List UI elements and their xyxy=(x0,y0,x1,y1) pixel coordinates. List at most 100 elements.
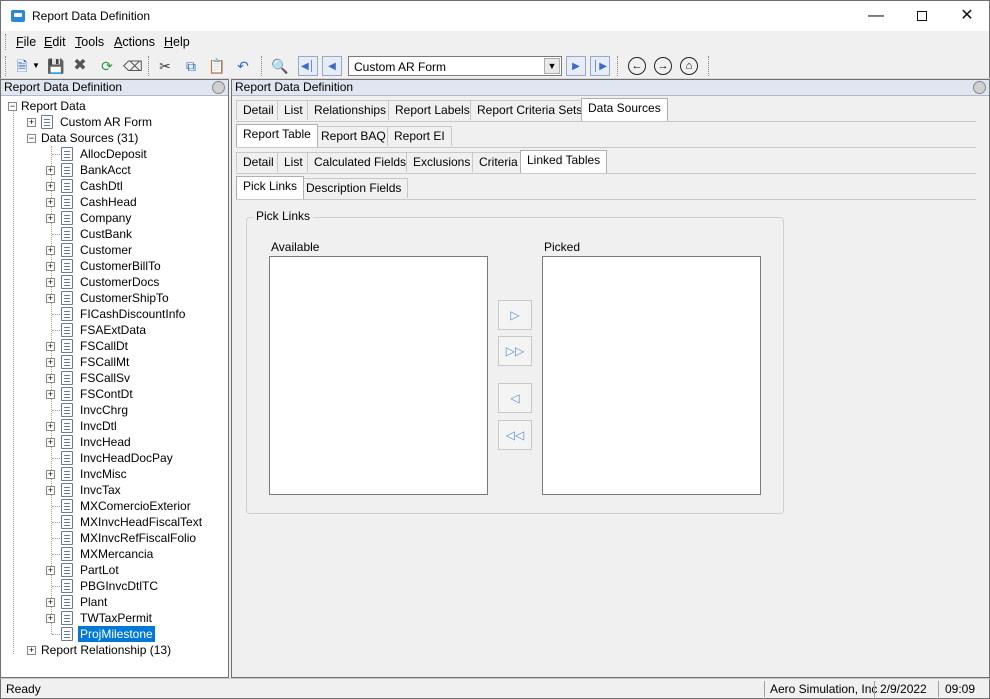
expand-icon[interactable]: + xyxy=(46,390,55,399)
tab-list[interactable]: List xyxy=(277,100,310,120)
tab-report-criteria-sets[interactable]: Report Criteria Sets xyxy=(470,100,590,120)
tree-item[interactable]: ProjMilestone xyxy=(78,626,155,642)
tree-item[interactable]: MXInvcHeadFiscalText xyxy=(78,514,204,530)
menu-file[interactable]: File xyxy=(16,35,36,49)
tree-item[interactable]: PBGInvcDtlTC xyxy=(78,578,160,594)
tree-item[interactable]: InvcTax xyxy=(78,482,123,498)
expand-icon[interactable]: + xyxy=(46,358,55,367)
tree-item[interactable]: CustomerShipTo xyxy=(78,290,171,306)
tab-exclusions[interactable]: Exclusions xyxy=(406,152,478,172)
tree-root[interactable]: Report Data xyxy=(21,98,86,114)
expand-icon[interactable]: + xyxy=(46,470,55,479)
tab-report-table[interactable]: Report Table xyxy=(236,124,318,147)
tree-item[interactable]: InvcHead xyxy=(78,434,133,450)
tree-item[interactable]: CustomerDocs xyxy=(78,274,161,290)
tree-item[interactable]: MXMercancia xyxy=(78,546,155,562)
search-icon[interactable]: 🔍 xyxy=(271,57,289,75)
tree-item[interactable]: InvcDtl xyxy=(78,418,119,434)
menu-tools[interactable]: Tools xyxy=(75,35,104,49)
tree-item[interactable]: FSCallSv xyxy=(78,370,132,386)
tree-item[interactable]: CustBank xyxy=(78,226,134,242)
tab-criteria[interactable]: Criteria xyxy=(472,152,525,172)
expand-icon[interactable]: + xyxy=(46,422,55,431)
tab-calculated-fields[interactable]: Calculated Fields xyxy=(307,152,414,172)
paste-icon[interactable]: 📋 xyxy=(208,57,226,75)
tab-detail[interactable]: Detail xyxy=(236,100,281,120)
menu-edit[interactable]: Edit xyxy=(44,35,66,49)
tab-pick-links[interactable]: Pick Links xyxy=(236,176,305,199)
menu-help[interactable]: Help xyxy=(164,35,190,49)
tab-report-baq[interactable]: Report BAQ xyxy=(314,126,393,146)
tab-linked-tables[interactable]: Linked Tables xyxy=(520,150,608,173)
tree-item[interactable]: FSContDt xyxy=(78,386,135,402)
tree-item[interactable]: FSCallDt xyxy=(78,338,130,354)
tree-item[interactable]: CustomerBillTo xyxy=(78,258,163,274)
tree-item[interactable]: FICashDiscountInfo xyxy=(78,306,187,322)
add-selected-button[interactable]: ▷ xyxy=(498,300,532,330)
tree-item[interactable]: TWTaxPermit xyxy=(78,610,154,626)
undo-icon[interactable]: ↶ xyxy=(234,57,252,75)
delete-icon[interactable]: ✖ xyxy=(71,57,89,75)
tab-detail-2[interactable]: Detail xyxy=(236,152,281,172)
new-icon[interactable]: 🗎 xyxy=(13,57,31,75)
tree-item[interactable]: InvcChrg xyxy=(78,402,130,418)
expand-icon[interactable]: + xyxy=(27,118,36,127)
tab-data-sources[interactable]: Data Sources xyxy=(581,98,668,121)
tree-item[interactable]: Customer xyxy=(78,242,134,258)
data-tree[interactable]: − Report Data + Custom AR Form − Data Sources… xyxy=(1,98,228,677)
tab-report-ei[interactable]: Report EI xyxy=(387,126,452,146)
save-icon[interactable]: 💾 xyxy=(47,57,65,75)
expand-icon[interactable]: + xyxy=(46,374,55,383)
remove-selected-button[interactable]: ◁ xyxy=(498,383,532,413)
pin-icon[interactable] xyxy=(212,81,225,94)
remove-all-button[interactable]: ◁◁ xyxy=(498,420,532,450)
last-record-button[interactable]: │▶ xyxy=(590,56,610,76)
menu-actions[interactable]: Actions xyxy=(114,35,155,49)
tree-item[interactable]: FSCallMt xyxy=(78,354,131,370)
tab-report-labels[interactable]: Report Labels xyxy=(388,100,477,120)
expand-icon[interactable]: + xyxy=(46,486,55,495)
expand-icon[interactable]: + xyxy=(46,262,55,271)
back-icon[interactable]: ← xyxy=(628,57,646,75)
tree-item[interactable]: CashDtl xyxy=(78,178,125,194)
tree-item-report-relationship[interactable]: Report Relationship (13) xyxy=(41,642,171,658)
expand-icon[interactable]: + xyxy=(46,566,55,575)
tab-description-fields[interactable]: Description Fields xyxy=(299,178,409,198)
tree-item[interactable]: InvcMisc xyxy=(78,466,129,482)
tree-item[interactable]: MXComercioExterior xyxy=(78,498,193,514)
next-record-button[interactable]: ▶ xyxy=(566,56,586,76)
tab-relationships[interactable]: Relationships xyxy=(307,100,394,120)
tree-item[interactable]: FSAExtData xyxy=(78,322,148,338)
tree-item[interactable]: BankAcct xyxy=(78,162,133,178)
tree-item[interactable]: PartLot xyxy=(78,562,121,578)
picked-list[interactable] xyxy=(542,256,761,495)
expand-icon[interactable]: + xyxy=(27,646,36,655)
home-icon[interactable]: ⌂ xyxy=(680,57,698,75)
tree-item[interactable]: CashHead xyxy=(78,194,139,210)
new-dropdown-icon[interactable]: ▼ xyxy=(31,57,41,75)
expand-icon[interactable]: + xyxy=(46,214,55,223)
expand-icon[interactable]: + xyxy=(46,294,55,303)
copy-icon[interactable]: ⧉ xyxy=(182,57,200,75)
chevron-down-icon[interactable]: ▼ xyxy=(544,58,560,74)
refresh-icon[interactable]: ⟳ xyxy=(98,57,116,75)
previous-record-button[interactable]: ◀ xyxy=(322,56,342,76)
tab-list-2[interactable]: List xyxy=(277,152,310,172)
expand-icon[interactable]: + xyxy=(46,198,55,207)
expand-icon[interactable]: + xyxy=(46,166,55,175)
expand-icon[interactable]: + xyxy=(46,246,55,255)
pin-icon[interactable] xyxy=(973,81,986,94)
expand-icon[interactable]: + xyxy=(46,598,55,607)
tree-item[interactable]: AllocDeposit xyxy=(78,146,149,162)
maximize-button[interactable] xyxy=(899,1,945,31)
tree-item[interactable]: Plant xyxy=(78,594,109,610)
tree-item[interactable]: Company xyxy=(78,210,133,226)
expand-icon[interactable]: + xyxy=(46,182,55,191)
expand-icon[interactable]: + xyxy=(46,342,55,351)
minimize-button[interactable]: — xyxy=(853,1,899,31)
tree-item[interactable]: InvcHeadDocPay xyxy=(78,450,175,466)
forward-icon[interactable]: → xyxy=(654,57,672,75)
first-record-button[interactable]: ◀│ xyxy=(298,56,318,76)
clear-icon[interactable]: ⌫ xyxy=(123,57,143,75)
expand-icon[interactable]: + xyxy=(46,278,55,287)
